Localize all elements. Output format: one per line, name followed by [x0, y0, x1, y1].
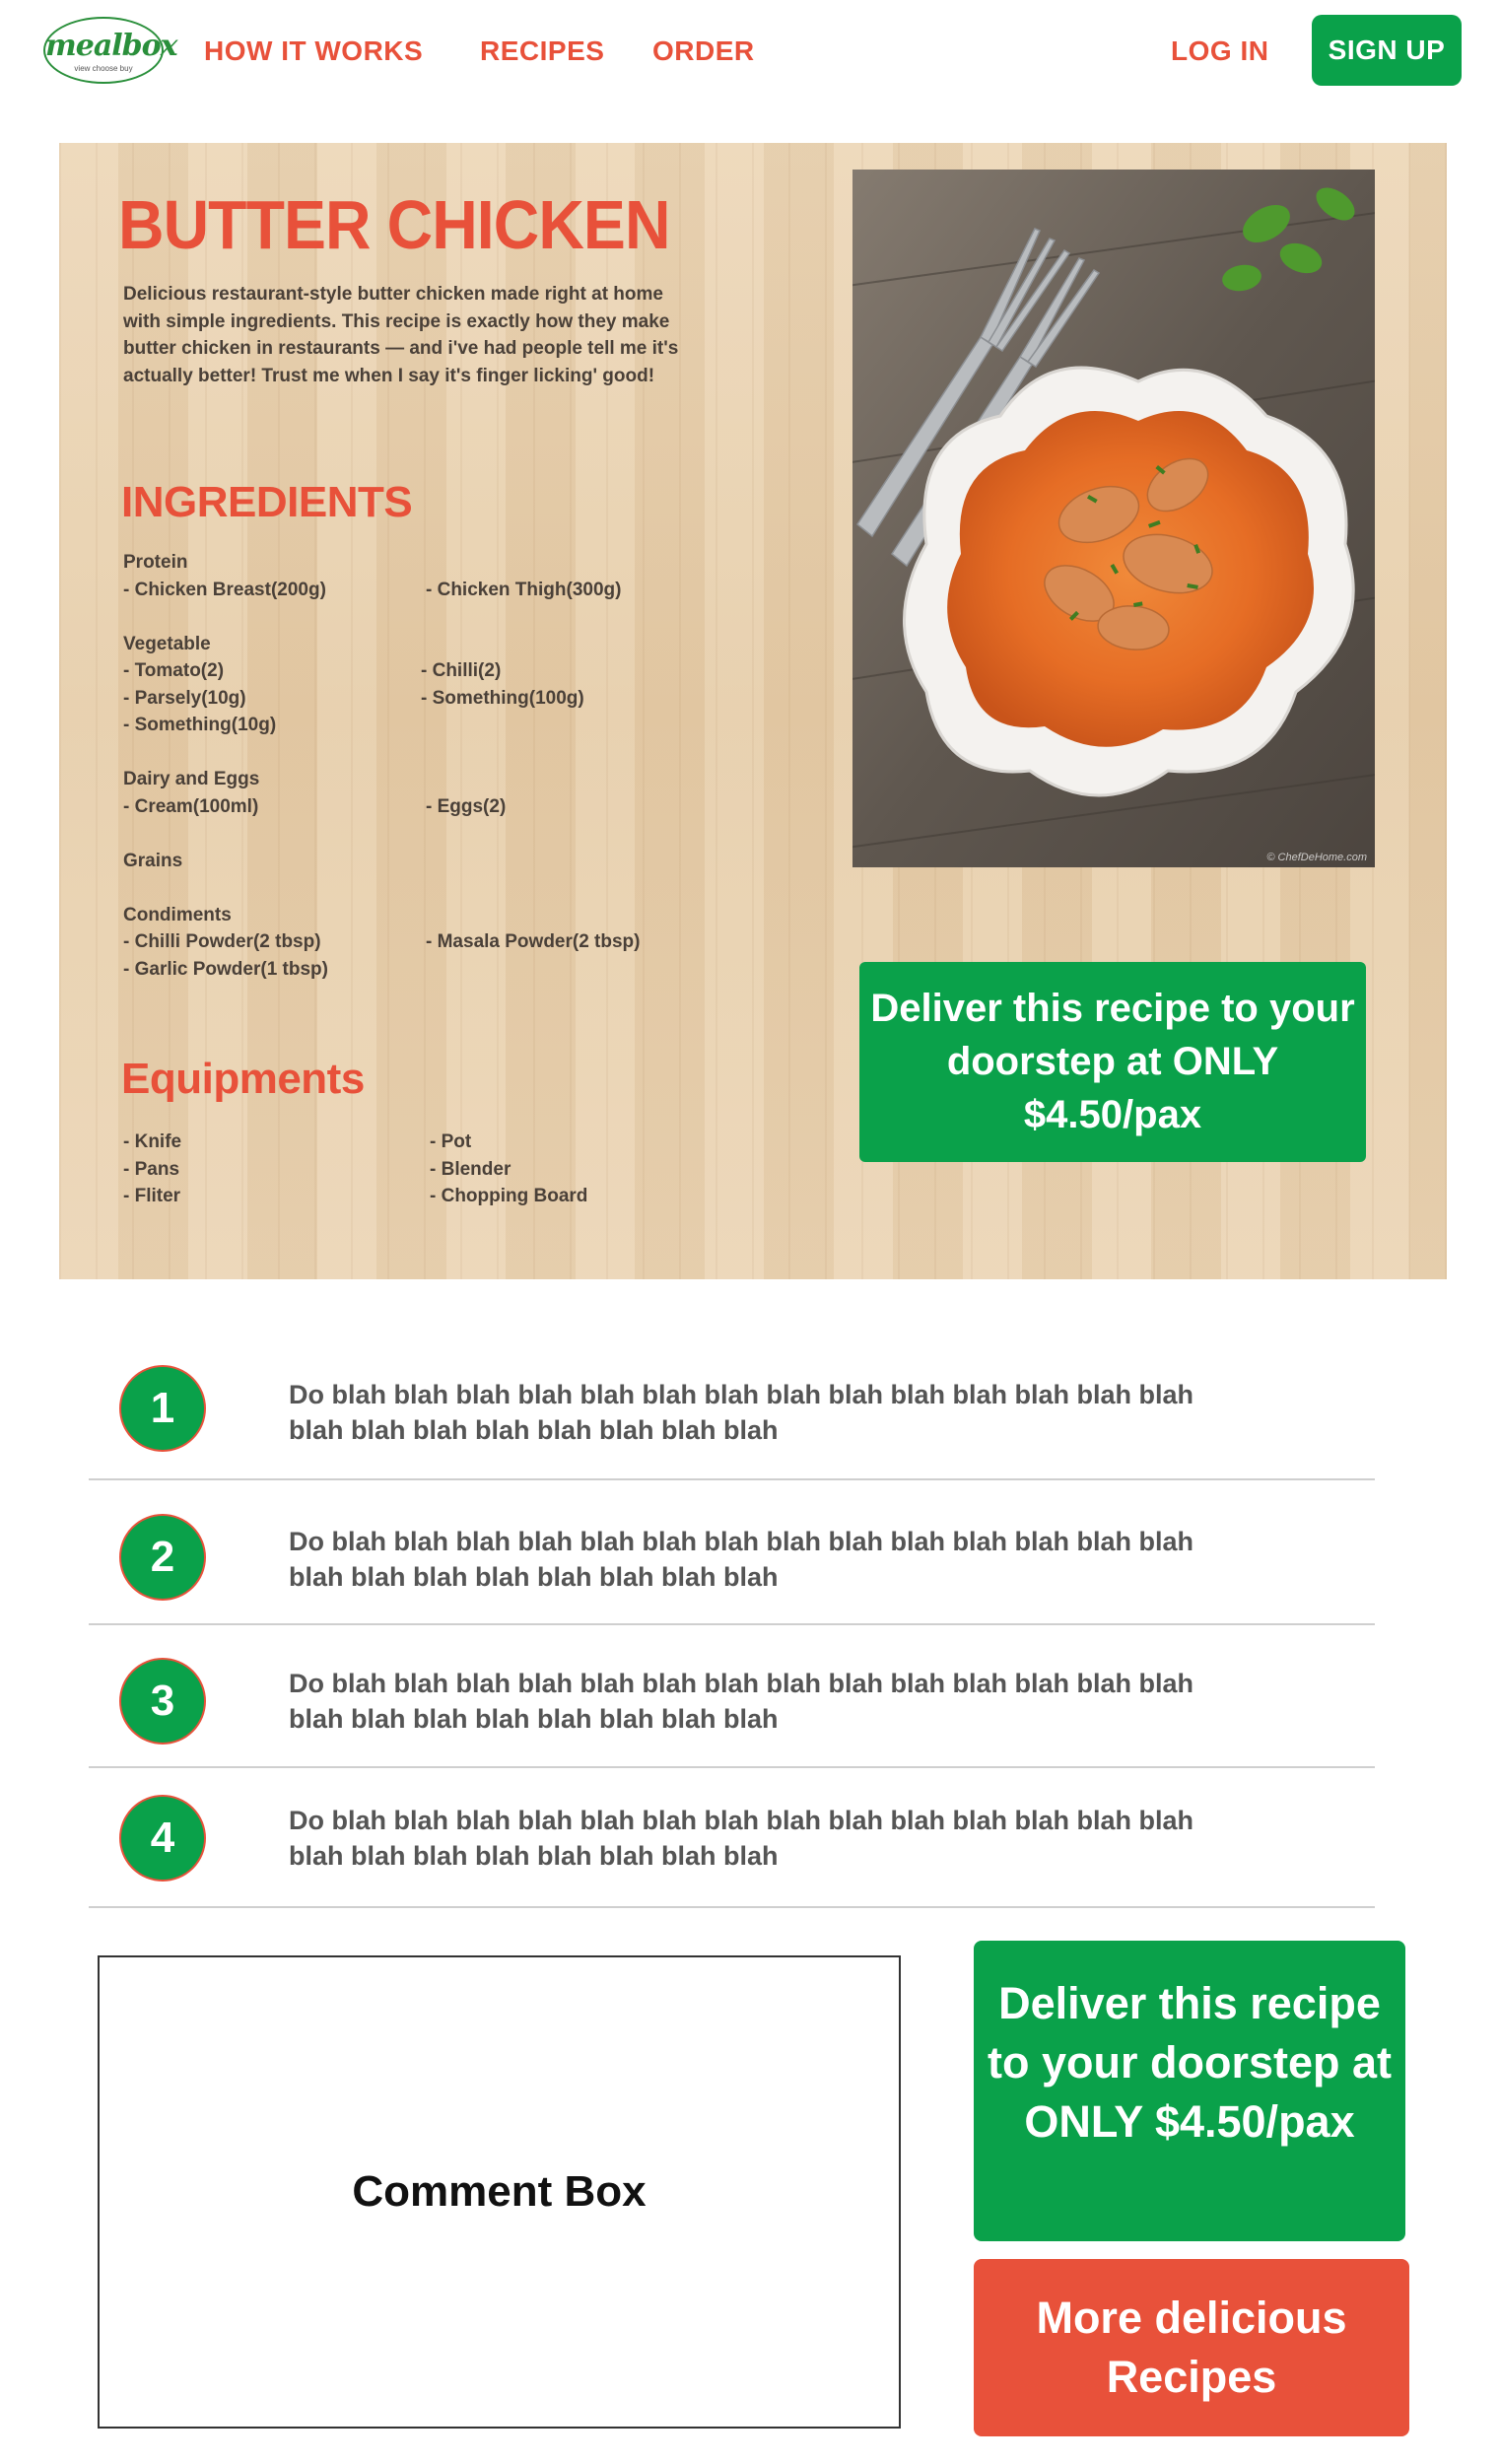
- ingredient-row: - Something(10g): [123, 712, 715, 739]
- step-text: Do blah blah blah blah blah blah blah bl…: [289, 1806, 1194, 1871]
- ingredient-item: - Parsely(10g): [123, 687, 246, 709]
- equipment-item: - Chopping Board: [430, 1186, 588, 1206]
- step-row: 2 Do blah blah blah blah blah blah blah …: [89, 1480, 1375, 1625]
- equipment-row: - Fliter - Chopping Board: [123, 1183, 715, 1210]
- mealbox-logo[interactable]: mealbox view choose buy: [43, 17, 178, 84]
- ingredient-item: - Something(100g): [421, 687, 584, 709]
- ingredient-item: - Chicken Thigh(300g): [426, 579, 622, 600]
- signup-button[interactable]: SIGN UP: [1312, 15, 1462, 86]
- step-number-badge: 4: [119, 1795, 206, 1882]
- step-row: 3 Do blah blah blah blah blah blah blah …: [89, 1625, 1375, 1768]
- step-number-badge: 3: [119, 1658, 206, 1745]
- comment-box[interactable]: Comment Box: [98, 1955, 901, 2429]
- recipe-description: Delicious restaurant-style butter chicke…: [123, 284, 679, 386]
- recipe-hero: BUTTER CHICKEN Delicious restaurant-styl…: [59, 143, 1447, 1279]
- equipment-heading: Equipments: [121, 1055, 365, 1103]
- more-recipes-button[interactable]: More delicious Recipes: [974, 2259, 1409, 2436]
- ingredient-item: - Something(10g): [123, 715, 277, 735]
- logo-tagline: view choose buy: [74, 64, 133, 73]
- step-text: Do blah blah blah blah blah blah blah bl…: [289, 1527, 1194, 1592]
- food-illustration: [852, 170, 1375, 867]
- ingredient-row: - Parsely(10g) - Something(100g): [123, 685, 715, 713]
- step-text: Do blah blah blah blah blah blah blah bl…: [289, 1380, 1194, 1445]
- logo-text: mealbox: [45, 29, 178, 63]
- top-nav: mealbox view choose buy HOW IT WORKS REC…: [0, 0, 1500, 108]
- ingredient-row: - Chilli Powder(2 tbsp) - Masala Powder(…: [123, 928, 715, 956]
- deliver-recipe-button-bottom[interactable]: Deliver this recipe to your doorstep at …: [974, 1941, 1405, 2241]
- ingredient-row: - Cream(100ml) - Eggs(2): [123, 793, 715, 821]
- ingredient-item: - Eggs(2): [426, 795, 507, 817]
- ingredient-row: - Garlic Powder(1 tbsp): [123, 956, 715, 984]
- ingredient-item: - Cream(100ml): [123, 795, 259, 817]
- nav-order[interactable]: ORDER: [652, 35, 755, 67]
- step-row: 4 Do blah blah blah blah blah blah blah …: [89, 1768, 1375, 1908]
- ingredient-group-label: Vegetable: [123, 633, 211, 654]
- equipment-list: - Knife - Pot - Pans - Blender - Fliter …: [123, 1129, 715, 1210]
- equipment-item: - Pot: [430, 1131, 472, 1152]
- nav-how-it-works[interactable]: HOW IT WORKS: [204, 35, 423, 67]
- equipment-item: - Pans: [123, 1158, 180, 1180]
- equipment-item: - Knife: [123, 1131, 182, 1152]
- nav-recipes[interactable]: RECIPES: [480, 35, 604, 67]
- step-number-badge: 1: [119, 1365, 206, 1452]
- butter-chicken-photo: © ChefDeHome.com: [852, 170, 1375, 867]
- ingredient-row: - Tomato(2) - Chilli(2): [123, 657, 715, 685]
- ingredient-item: - Garlic Powder(1 tbsp): [123, 958, 328, 980]
- photo-credit: © ChefDeHome.com: [1266, 852, 1367, 863]
- step-row: 1 Do blah blah blah blah blah blah blah …: [89, 1326, 1375, 1480]
- step-text: Do blah blah blah blah blah blah blah bl…: [289, 1669, 1194, 1734]
- ingredient-item: - Chicken Breast(200g): [123, 579, 326, 600]
- ingredient-group-label: Condiments: [123, 904, 232, 925]
- equipment-row: - Pans - Blender: [123, 1156, 715, 1184]
- ingredient-item: - Tomato(2): [123, 660, 225, 681]
- ingredient-group-label: Protein: [123, 552, 188, 573]
- equipment-item: - Fliter: [123, 1186, 181, 1206]
- ingredients-heading: INGREDIENTS: [121, 478, 413, 526]
- step-number-badge: 2: [119, 1514, 206, 1601]
- ingredient-item: - Chilli Powder(2 tbsp): [123, 931, 321, 952]
- ingredient-item: - Masala Powder(2 tbsp): [426, 931, 641, 952]
- ingredients-list: Protein - Chicken Breast(200g) - Chicken…: [123, 549, 715, 983]
- ingredient-group-label: Dairy and Eggs: [123, 769, 260, 789]
- ingredient-item: - Chilli(2): [421, 660, 502, 681]
- ingredient-group-label: Grains: [123, 850, 183, 871]
- deliver-recipe-button[interactable]: Deliver this recipe to your doorstep at …: [859, 962, 1366, 1162]
- login-link[interactable]: LOG IN: [1171, 35, 1268, 67]
- equipment-row: - Knife - Pot: [123, 1129, 715, 1156]
- equipment-item: - Blender: [430, 1158, 511, 1180]
- ingredient-row: - Chicken Breast(200g) - Chicken Thigh(3…: [123, 577, 715, 604]
- recipe-title: BUTTER CHICKEN: [118, 186, 670, 263]
